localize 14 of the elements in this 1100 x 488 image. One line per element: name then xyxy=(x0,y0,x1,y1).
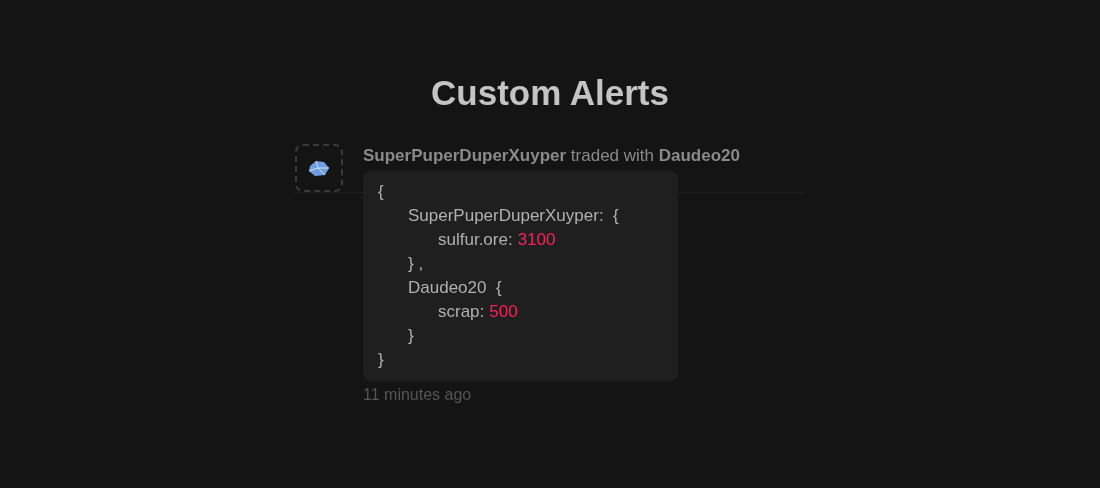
trade-message: SuperPuperDuperXuyper traded with Daudeo20 xyxy=(363,145,740,167)
ore-icon xyxy=(308,159,330,177)
code-key: scrap: xyxy=(438,300,485,324)
code-line: { xyxy=(378,181,384,203)
timestamp: 11 minutes ago xyxy=(363,385,473,405)
code-line: } xyxy=(378,349,384,371)
code-line: Daudeo20 { xyxy=(408,277,502,299)
code-value: 3100 xyxy=(517,229,556,251)
code-value: 500 xyxy=(489,301,518,323)
code-line: } xyxy=(408,325,414,347)
code-line: } , xyxy=(408,253,424,275)
code-key: sulfur.ore: xyxy=(438,228,513,252)
code-line: SuperPuperDuperXuyper: { xyxy=(408,205,619,227)
page-title: Custom Alerts xyxy=(431,72,669,114)
